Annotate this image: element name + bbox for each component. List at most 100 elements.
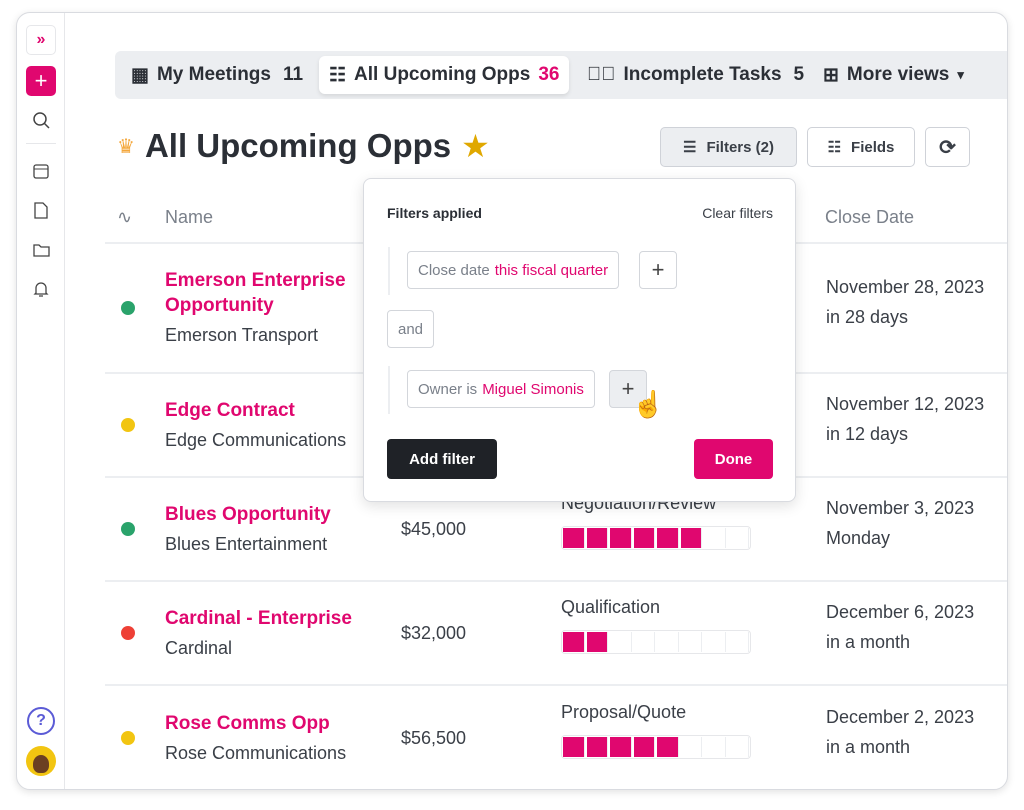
stage-segment [727, 737, 749, 757]
filters-popup: Filters applied Clear filters Close date… [363, 178, 796, 502]
refresh-button[interactable]: ⟳ [925, 127, 970, 167]
amount: $56,500 [401, 728, 467, 748]
stage-segment [657, 737, 679, 757]
crown-icon: ♛ [117, 135, 135, 158]
stage-segment [680, 737, 702, 757]
stage-segment [680, 528, 702, 548]
avatar[interactable] [26, 746, 56, 776]
fields-button[interactable]: ☷ Fields [807, 127, 915, 167]
stage-segment [563, 528, 585, 548]
add-condition-button[interactable]: + [639, 251, 677, 289]
opportunity-name[interactable]: Blues Opportunity [165, 502, 365, 527]
page-title: All Upcoming Opps [144, 127, 452, 164]
date: December 6, 2023 [826, 602, 975, 622]
account-name: Rose Communications [165, 743, 347, 763]
stage-segment [704, 528, 726, 548]
date: December 2, 2023 [826, 707, 975, 727]
star-icon[interactable]: ★ [461, 127, 490, 165]
conjunction-and[interactable]: and [387, 310, 435, 348]
close-date: December 6, 2023 in a month [826, 597, 974, 657]
bell-icon[interactable] [26, 274, 56, 304]
account-name: Blues Entertainment [165, 534, 328, 554]
stage-segment [563, 632, 585, 652]
plus-icon[interactable]: + [26, 66, 56, 96]
relative-date: in a month [826, 737, 911, 757]
hand-cursor-icon: ☝ [632, 389, 665, 419]
relative-date: in 12 days [826, 424, 909, 444]
opportunity-name[interactable]: Edge Contract [165, 398, 365, 423]
column-header-close-date[interactable]: Close Date [825, 207, 914, 228]
grid-plus-icon: ⊞ [823, 64, 839, 86]
filter-close-date[interactable]: Close date this fiscal quarter [407, 251, 620, 289]
stage-segment [727, 528, 749, 548]
popup-title: Filters applied [387, 205, 482, 221]
stage-segment [727, 632, 749, 652]
help-icon[interactable]: ? [27, 707, 55, 735]
tab-all-upcoming-opps[interactable]: ☷ All Upcoming Opps 36 [319, 56, 570, 94]
stage-segment [610, 737, 632, 757]
logo-icon[interactable]: » [26, 25, 56, 55]
stage-progress [561, 526, 751, 550]
divider [105, 789, 1008, 790]
status-dot [121, 626, 135, 640]
stage-segment [586, 737, 608, 757]
tab-more-views[interactable]: ⊞ More views ▾ [813, 56, 974, 94]
status-dot [121, 522, 135, 536]
refresh-icon: ⟳ [939, 136, 956, 159]
close-date: December 2, 2023 in a month [826, 702, 974, 762]
relative-date: Monday [826, 528, 891, 548]
chevron-down-icon: ▾ [957, 67, 964, 82]
document-icon[interactable] [26, 195, 56, 225]
opportunity-name[interactable]: Rose Comms Opp [165, 711, 365, 736]
account-name: Emerson Transport [165, 325, 319, 345]
clear-filters-link[interactable]: Clear filters [702, 205, 773, 221]
status-dot [121, 418, 135, 432]
calendar-icon[interactable] [26, 156, 56, 186]
date: November 12, 2023 [826, 394, 985, 414]
close-date: November 12, 2023 in 12 days [826, 389, 984, 449]
view-tabs: ▦ My Meetings 11 ☷ All Upcoming Opps 36 ✓⃝ In… [115, 51, 1007, 99]
filter-owner[interactable]: Owner is Miguel Simonis [407, 370, 595, 408]
divider [388, 366, 390, 414]
stage-label: Proposal/Quote [561, 702, 687, 722]
table-icon: ☷ [827, 139, 842, 156]
stage-segment [680, 632, 702, 652]
folder-icon[interactable] [26, 235, 56, 265]
stage-segment [610, 528, 632, 548]
stage-segment [633, 528, 655, 548]
stage-segment [610, 632, 632, 652]
app-window: » + ? ▦ My Meetings 11 ☷ All Upcoming Opps 3… [16, 12, 1008, 790]
relative-date: in a month [826, 632, 911, 652]
activity-icon: ∿ [117, 207, 133, 227]
stage-segment [633, 632, 655, 652]
date: November 28, 2023 [826, 277, 985, 297]
table-row[interactable]: Cardinal - Enterprise Cardinal $32,000 Qu… [105, 581, 1007, 686]
filters-button[interactable]: ☰ Filters (2) [660, 127, 797, 167]
amount: $45,000 [401, 519, 467, 539]
sidebar: » + ? [17, 13, 65, 789]
account-name: Edge Communications [165, 430, 347, 450]
status-dot [121, 731, 135, 745]
page-header: ♛ All Upcoming Opps ★ [117, 127, 490, 165]
table-row[interactable]: Rose Comms Opp Rose Communications $56,50… [105, 686, 1008, 790]
stage-segment [586, 528, 608, 548]
stage-segment [657, 528, 679, 548]
account-name: Cardinal [165, 638, 233, 658]
date: November 3, 2023 [826, 498, 975, 518]
stage-segment [633, 737, 655, 757]
relative-date: in 28 days [826, 307, 909, 327]
done-button[interactable]: Done [694, 439, 773, 479]
tab-my-meetings[interactable]: ▦ My Meetings 11 [121, 56, 313, 94]
opportunity-name[interactable]: Cardinal - Enterprise [165, 606, 365, 631]
search-icon[interactable] [26, 105, 56, 135]
opportunity-name[interactable]: Emerson Enterprise Opportunity [165, 268, 365, 318]
column-header-name[interactable]: Name [165, 207, 213, 228]
amount: $32,000 [401, 623, 467, 643]
divider [388, 247, 390, 295]
stage-segment [657, 632, 679, 652]
check-circle-icon: ✓⃝ [587, 64, 616, 85]
add-filter-button[interactable]: Add filter [387, 439, 497, 479]
stage-segment [704, 737, 726, 757]
stage-progress [561, 735, 751, 759]
tab-incomplete-tasks[interactable]: ✓⃝ Incomplete Tasks 5 [577, 56, 814, 94]
